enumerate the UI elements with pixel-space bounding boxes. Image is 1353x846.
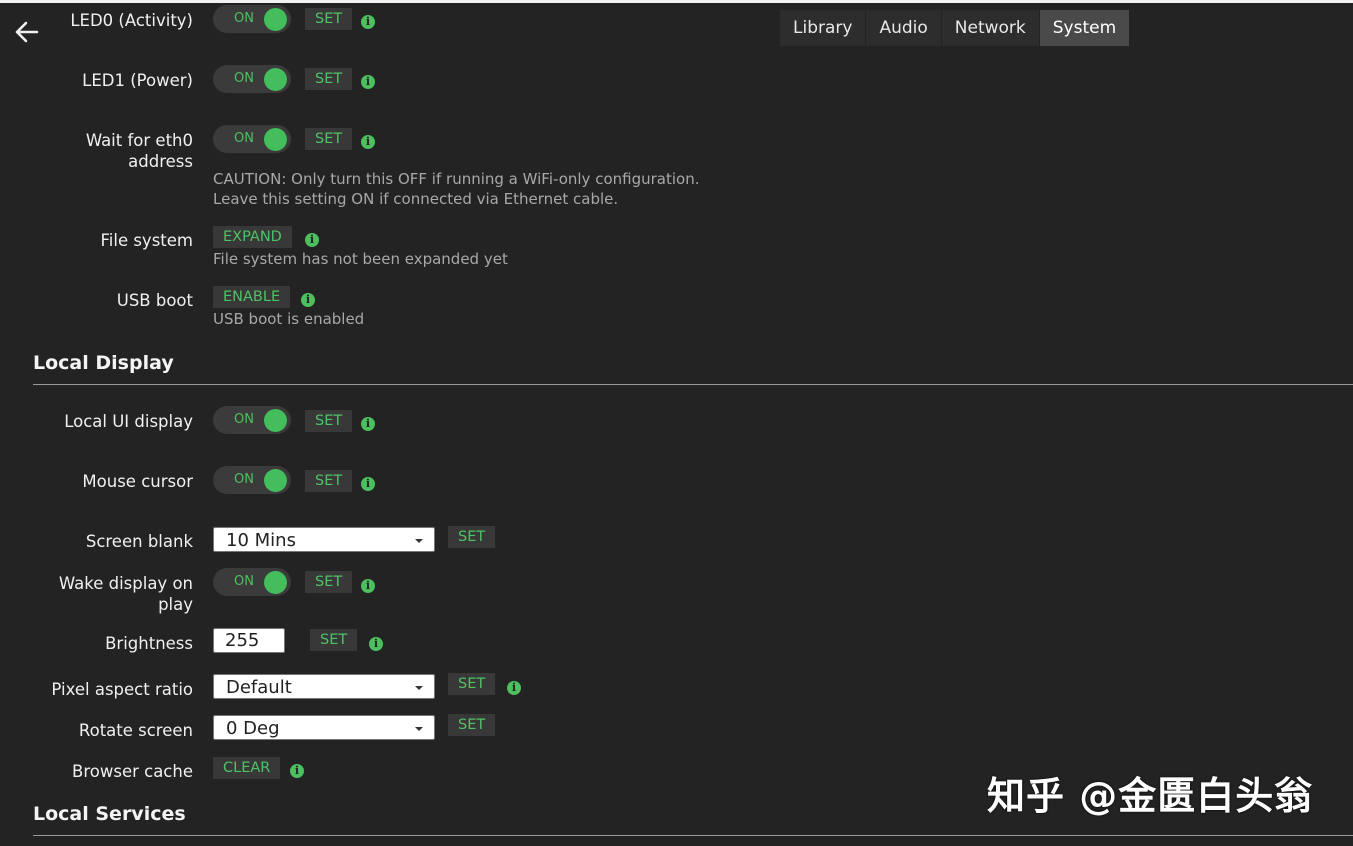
toggle-state-label: ON — [234, 131, 254, 146]
brightness-input[interactable] — [213, 628, 285, 653]
rotate-screen-select[interactable]: 0 Deg — [213, 715, 435, 740]
wake-display-set-button[interactable]: SET — [305, 571, 353, 593]
info-icon[interactable]: i — [301, 293, 315, 307]
expand-button[interactable]: EXPAND — [213, 226, 292, 248]
wake-display-label: Wake display on play — [59, 573, 193, 615]
toggle-knob — [264, 128, 287, 151]
eth0-set-button[interactable]: SET — [305, 128, 353, 150]
local-ui-set-button[interactable]: SET — [305, 410, 353, 432]
led1-label: LED1 (Power) — [82, 71, 193, 90]
section-title-local-services: Local Services — [33, 803, 186, 825]
rotate-screen-label: Rotate screen — [78, 721, 193, 740]
info-icon[interactable]: i — [361, 15, 375, 29]
toggle-state-label: ON — [234, 11, 254, 26]
pixel-aspect-select[interactable]: Default — [213, 674, 435, 699]
led0-toggle[interactable]: ON — [213, 5, 291, 33]
wake-display-label-line1: Wake display on — [58, 574, 193, 593]
enable-button[interactable]: ENABLE — [213, 286, 291, 308]
tab-library[interactable]: Library — [780, 10, 866, 46]
section-title-local-display: Local Display — [33, 352, 174, 374]
info-icon[interactable]: i — [361, 477, 375, 491]
eth0-label: Wait for eth0 address — [86, 130, 193, 172]
screen-blank-set-button[interactable]: SET — [448, 526, 496, 548]
tab-system[interactable]: System — [1039, 10, 1130, 46]
toggle-state-label: ON — [234, 71, 254, 86]
eth0-label-line2: address — [128, 152, 193, 171]
chevron-down-icon — [415, 686, 423, 690]
led0-set-button[interactable]: SET — [305, 8, 353, 30]
pixel-aspect-set-button[interactable]: SET — [448, 673, 496, 695]
info-icon[interactable]: i — [361, 579, 375, 593]
eth0-caution-line1: CAUTION: Only turn this OFF if running a… — [213, 170, 700, 188]
eth0-caution-line2: Leave this setting ON if connected via E… — [213, 190, 619, 208]
section-divider — [33, 384, 1353, 385]
usbboot-hint: USB boot is enabled — [213, 310, 365, 328]
eth0-toggle[interactable]: ON — [213, 125, 291, 153]
usbboot-label: USB boot — [116, 291, 193, 310]
toggle-state-label: ON — [234, 574, 254, 589]
mouse-cursor-label: Mouse cursor — [82, 472, 193, 491]
toggle-knob — [264, 469, 287, 492]
led0-label: LED0 (Activity) — [70, 11, 193, 30]
wake-display-toggle[interactable]: ON — [213, 568, 291, 596]
wake-display-label-line2: play — [158, 595, 193, 614]
local-ui-label: Local UI display — [64, 412, 193, 431]
toggle-state-label: ON — [234, 412, 254, 427]
eth0-label-line1: Wait for eth0 — [85, 131, 193, 150]
toggle-knob — [264, 68, 287, 91]
info-icon[interactable]: i — [361, 75, 375, 89]
section-divider — [33, 835, 1353, 836]
screen-blank-value: 10 Mins — [226, 530, 296, 551]
toggle-state-label: ON — [234, 472, 254, 487]
screen-blank-label: Screen blank — [85, 532, 193, 551]
screen-blank-select[interactable]: 10 Mins — [213, 527, 435, 552]
info-icon[interactable]: i — [369, 637, 383, 651]
browser-cache-label: Browser cache — [72, 762, 193, 781]
mouse-cursor-toggle[interactable]: ON — [213, 466, 291, 494]
mouse-cursor-set-button[interactable]: SET — [305, 470, 353, 492]
pixel-aspect-value: Default — [226, 677, 292, 698]
info-icon[interactable]: i — [507, 681, 521, 695]
toggle-knob — [264, 571, 287, 594]
pixel-aspect-label: Pixel aspect ratio — [51, 680, 193, 699]
filesystem-hint: File system has not been expanded yet — [213, 250, 508, 268]
tab-network[interactable]: Network — [941, 10, 1039, 46]
local-ui-toggle[interactable]: ON — [213, 406, 291, 434]
info-icon[interactable]: i — [361, 135, 375, 149]
arrow-left-icon[interactable] — [11, 16, 43, 48]
tab-audio[interactable]: Audio — [866, 10, 941, 46]
toggle-knob — [264, 409, 287, 432]
brightness-set-button[interactable]: SET — [310, 629, 358, 651]
chevron-down-icon — [415, 539, 423, 543]
watermark-text: 知乎 @金匮白头翁 — [987, 774, 1314, 818]
rotate-screen-set-button[interactable]: SET — [448, 714, 496, 736]
led1-toggle[interactable]: ON — [213, 65, 291, 93]
clear-cache-button[interactable]: CLEAR — [213, 757, 281, 779]
info-icon[interactable]: i — [290, 764, 304, 778]
led1-set-button[interactable]: SET — [305, 68, 353, 90]
top-border — [0, 0, 1353, 3]
chevron-down-icon — [415, 727, 423, 731]
filesystem-label: File system — [100, 231, 193, 250]
info-icon[interactable]: i — [305, 233, 319, 247]
toggle-knob — [264, 8, 287, 31]
brightness-label: Brightness — [105, 634, 193, 653]
rotate-screen-value: 0 Deg — [226, 718, 280, 739]
settings-tabs: Library Audio Network System — [780, 10, 1130, 46]
info-icon[interactable]: i — [361, 417, 375, 431]
